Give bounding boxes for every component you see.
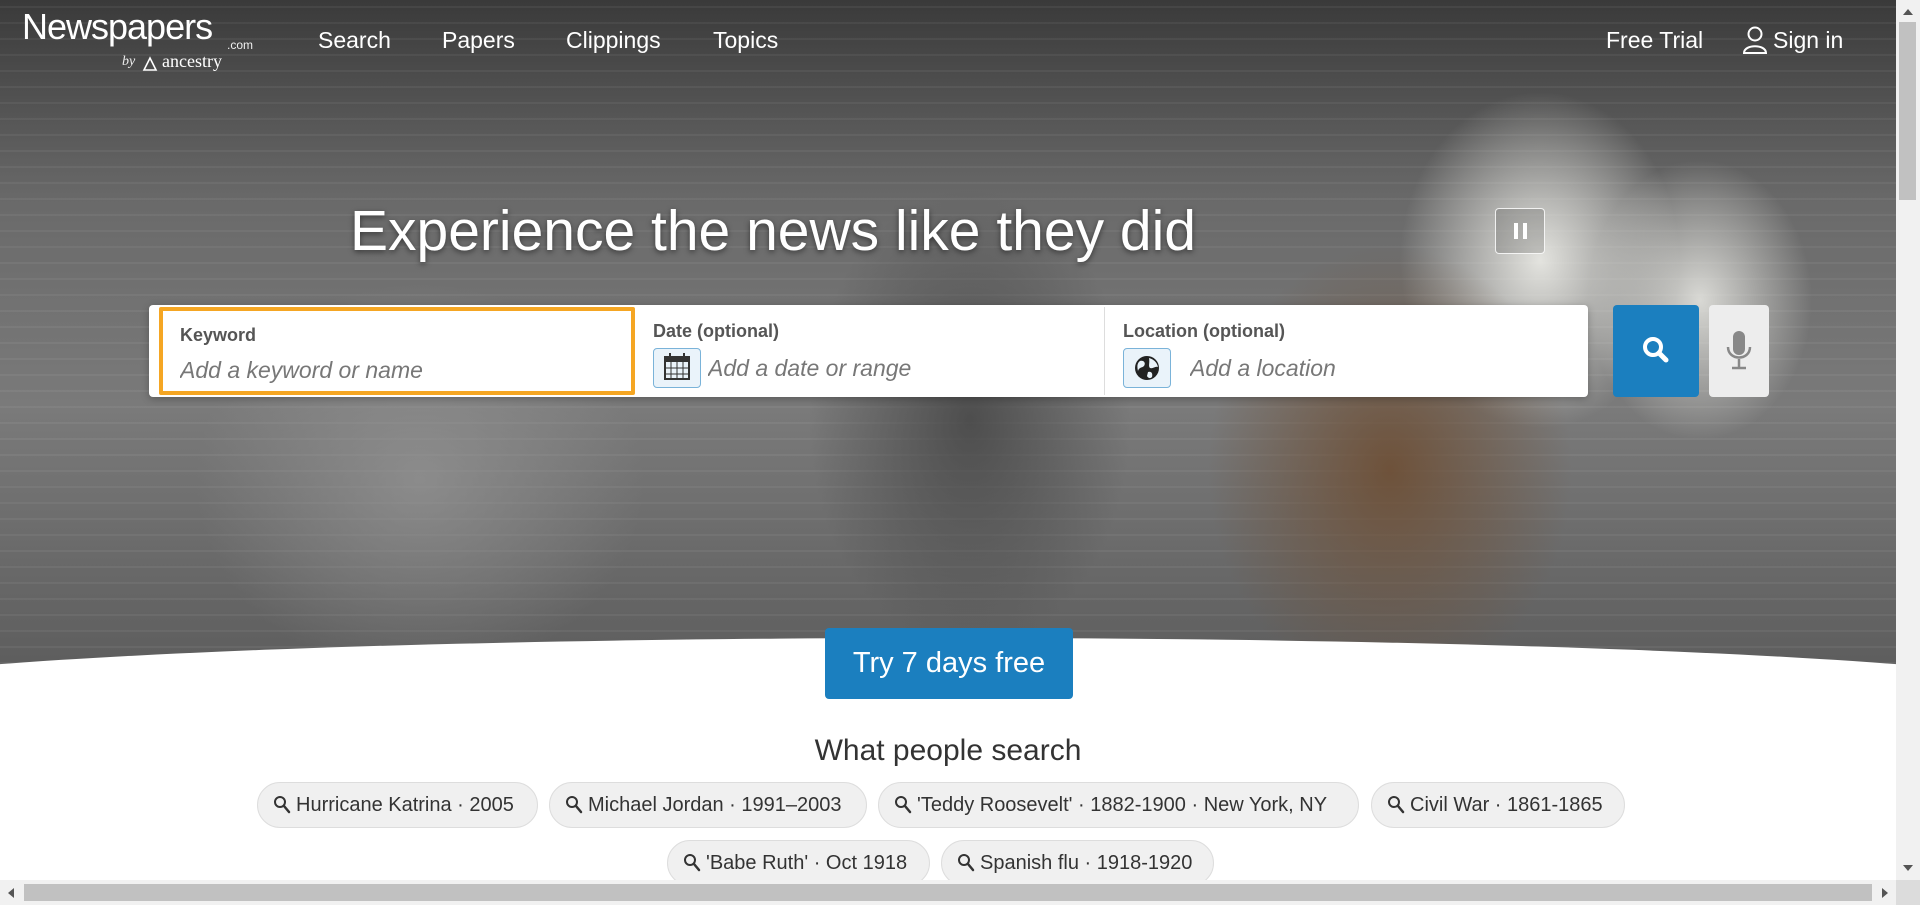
search-icon [1388, 796, 1405, 814]
popular-search-label: Civil War · 1861-1865 [1410, 794, 1603, 816]
user-icon[interactable] [1742, 26, 1768, 54]
hero-headline: Experience the news like they did [350, 199, 1196, 263]
vertical-scrollbar-thumb[interactable] [1899, 22, 1916, 200]
keyword-input[interactable] [180, 355, 620, 385]
pause-button[interactable] [1495, 208, 1545, 254]
nav-papers[interactable]: Papers [442, 27, 515, 54]
popular-search-pill[interactable]: Hurricane Katrina · 2005 [257, 782, 538, 828]
popular-search-pill[interactable]: Michael Jordan · 1991–2003 [549, 782, 867, 828]
location-field[interactable]: Location (optional) [1109, 305, 1579, 397]
voice-search-button[interactable] [1709, 305, 1769, 397]
location-input[interactable] [1190, 353, 1560, 383]
sign-in-link[interactable]: Sign in [1773, 27, 1843, 54]
globe-icon[interactable] [1123, 348, 1171, 388]
calendar-icon-graphic [664, 353, 690, 380]
horizontal-scrollbar-thumb[interactable] [24, 884, 1872, 901]
popular-search-label: Hurricane Katrina · 2005 [296, 794, 514, 816]
site-header: Newspapers .com by ancestry Search Paper… [0, 0, 1896, 80]
search-icon [895, 796, 912, 814]
search-icon [1643, 337, 1669, 363]
search-icon [566, 796, 583, 814]
popular-search-pill[interactable]: Civil War · 1861-1865 [1371, 782, 1625, 828]
search-icon [684, 854, 701, 872]
search-icon [958, 854, 975, 872]
popular-search-pill[interactable]: Spanish flu · 1918-1920 [941, 840, 1214, 880]
popular-search-label: 'Babe Ruth' · Oct 1918 [706, 852, 908, 874]
ancestry-leaf-icon [142, 56, 158, 71]
keyword-field[interactable]: Keyword [159, 307, 635, 395]
keyword-label: Keyword [180, 325, 257, 345]
try-free-button[interactable]: Try 7 days free [825, 628, 1073, 699]
calendar-icon[interactable] [653, 348, 701, 388]
popular-search-label: 'Teddy Roosevelt' · 1882-1900 · New York… [917, 794, 1328, 816]
nav-topics[interactable]: Topics [713, 27, 778, 54]
search-form: Keyword Date (optional) [149, 305, 1588, 397]
logo-wordmark: Newspapers [22, 6, 213, 47]
popular-search-label: Michael Jordan · 1991–2003 [588, 794, 842, 816]
pause-icon-bar-right [1523, 223, 1527, 239]
logo-by: by [122, 54, 136, 69]
nav-search[interactable]: Search [318, 27, 391, 54]
popular-search-label: Spanish flu · 1918-1920 [980, 852, 1193, 874]
date-label: Date (optional) [653, 321, 779, 341]
date-input[interactable] [708, 353, 1088, 383]
field-divider [1104, 307, 1105, 395]
popular-search-pill[interactable]: 'Babe Ruth' · Oct 1918 [667, 840, 930, 880]
scroll-right-arrow-icon[interactable] [1879, 886, 1891, 900]
scrollbar-corner [1896, 880, 1920, 905]
page: Newspapers .com by ancestry Search Paper… [0, 0, 1896, 880]
pause-icon-bar-left [1514, 223, 1518, 239]
date-field[interactable]: Date (optional) [639, 305, 1109, 397]
scroll-up-arrow-icon[interactable] [1900, 6, 1916, 18]
search-icon [274, 796, 291, 814]
search-button[interactable] [1613, 305, 1699, 397]
popular-searches-title: What people search [814, 734, 1082, 767]
microphone-icon [1726, 331, 1752, 370]
scroll-down-arrow-icon[interactable] [1900, 862, 1916, 874]
scroll-left-arrow-icon[interactable] [5, 886, 17, 900]
location-label: Location (optional) [1123, 321, 1285, 341]
nav-clippings[interactable]: Clippings [566, 27, 661, 54]
popular-search-pill[interactable]: 'Teddy Roosevelt' · 1882-1900 · New York… [878, 782, 1359, 828]
free-trial-link[interactable]: Free Trial [1606, 27, 1703, 54]
newspapers-logo[interactable]: Newspapers .com by ancestry [22, 6, 262, 76]
logo-ancestry: ancestry [162, 51, 222, 71]
globe-icon-graphic [1135, 356, 1159, 380]
logo-com: .com [227, 38, 254, 52]
